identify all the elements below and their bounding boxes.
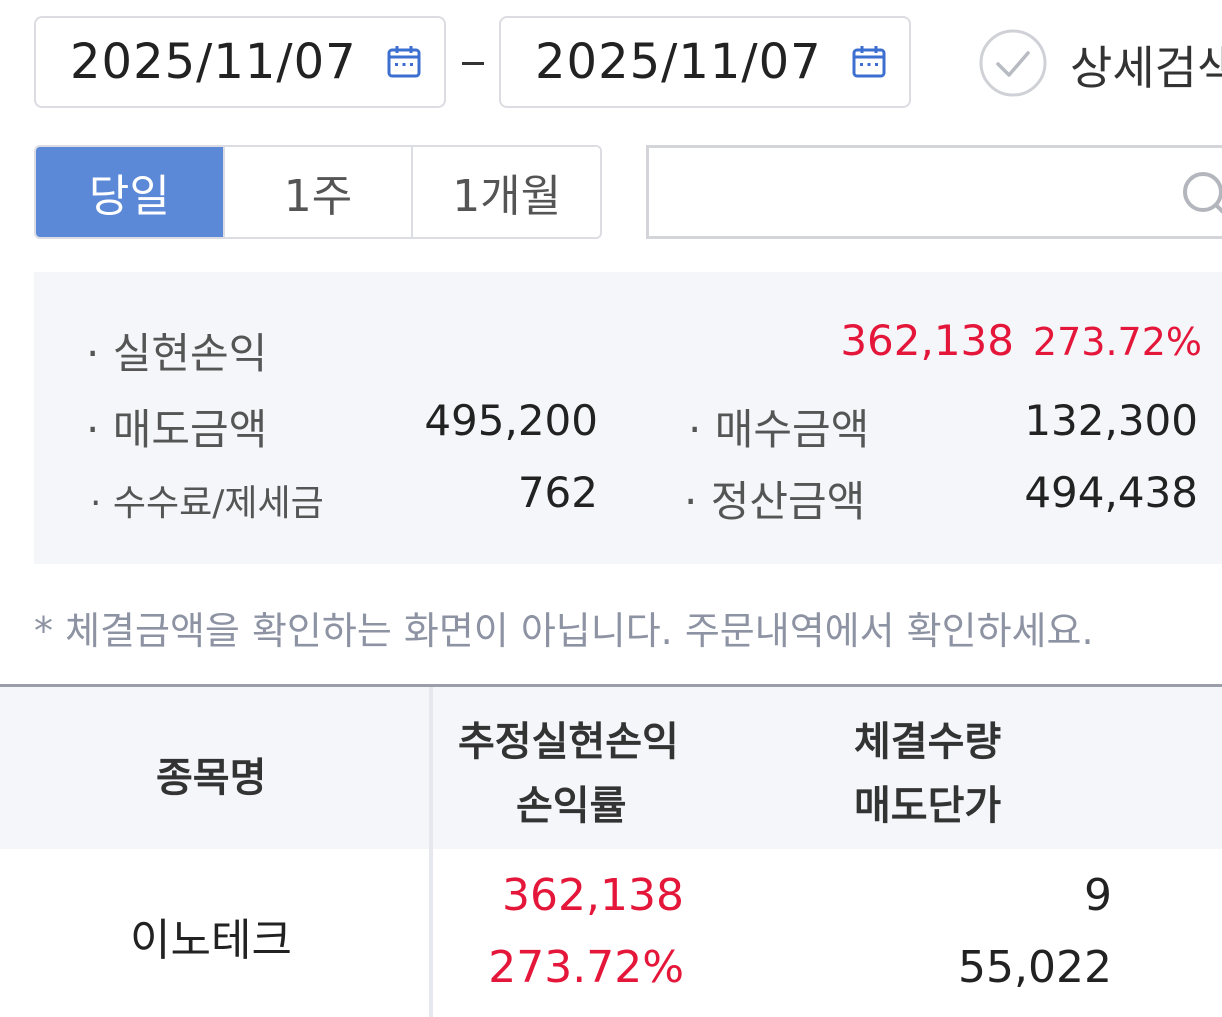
summary-panel: · 실현손익 362,138 273.72% · 매도금액 495,200 · … [34, 272, 1222, 564]
start-date-field[interactable]: 2025/11/07 [34, 16, 446, 108]
calendar-icon[interactable] [851, 44, 887, 80]
header-sell-price: 매도단가 [854, 783, 1002, 829]
search-icon[interactable] [1179, 168, 1222, 222]
period-1month-button[interactable]: 1개월 [413, 147, 600, 237]
detail-search-label[interactable]: 상세검색 [1070, 32, 1222, 98]
date-range-separator [462, 62, 484, 65]
sell-amount-label: · 매도금액 [86, 405, 268, 454]
row-sell-price: 55,022 [958, 942, 1112, 993]
column-divider [429, 687, 433, 1017]
trade-profit-screen: 2025/11/07 2025/11/07 상세검색 당일 1주 1개월 · 실… [0, 0, 1222, 1017]
stock-search-box[interactable] [646, 145, 1222, 239]
end-date-text: 2025/11/07 [535, 34, 822, 90]
fee-tax-value: 762 [517, 468, 598, 517]
table-header: 종목명 추정실현손익 손익률 체결수량 매도단가 [0, 687, 1222, 849]
period-today-button[interactable]: 당일 [36, 147, 225, 237]
realized-pnl-rate: 273.72% [1032, 320, 1202, 364]
row-pnl-rate: 273.72% [488, 942, 684, 993]
realized-pnl-label: · 실현손익 [86, 329, 268, 378]
sell-amount-value: 495,200 [424, 396, 598, 445]
end-date-field[interactable]: 2025/11/07 [499, 16, 911, 108]
settle-amount-label: · 정산금액 [684, 477, 866, 526]
detail-search-check-icon[interactable] [978, 28, 1048, 98]
calendar-icon[interactable] [386, 44, 422, 80]
row-exec-qty: 9 [1084, 870, 1112, 921]
buy-amount-value: 132,300 [1024, 396, 1198, 445]
notice-text: * 체결금액을 확인하는 화면이 아닙니다. 주문내역에서 확인하세요. [34, 609, 1094, 653]
fee-tax-label: · 수수료/제세금 [90, 483, 324, 524]
buy-amount-label: · 매수금액 [688, 405, 870, 454]
period-1week-button[interactable]: 1주 [224, 147, 414, 237]
header-stock-name: 종목명 [156, 755, 267, 801]
row-stock-name[interactable]: 이노테크 [130, 904, 292, 968]
header-pnl-rate: 손익률 [516, 783, 627, 829]
stock-search-input[interactable] [669, 148, 1153, 238]
settle-amount-value: 494,438 [1024, 468, 1198, 517]
realized-pnl-value: 362,138 [840, 316, 1014, 365]
start-date-text: 2025/11/07 [70, 34, 357, 90]
row-estimated-pnl: 362,138 [502, 870, 684, 921]
header-estimated-pnl: 추정실현손익 [458, 719, 679, 765]
header-exec-qty: 체결수량 [854, 719, 1002, 765]
period-selector: 당일 1주 1개월 [34, 145, 602, 239]
